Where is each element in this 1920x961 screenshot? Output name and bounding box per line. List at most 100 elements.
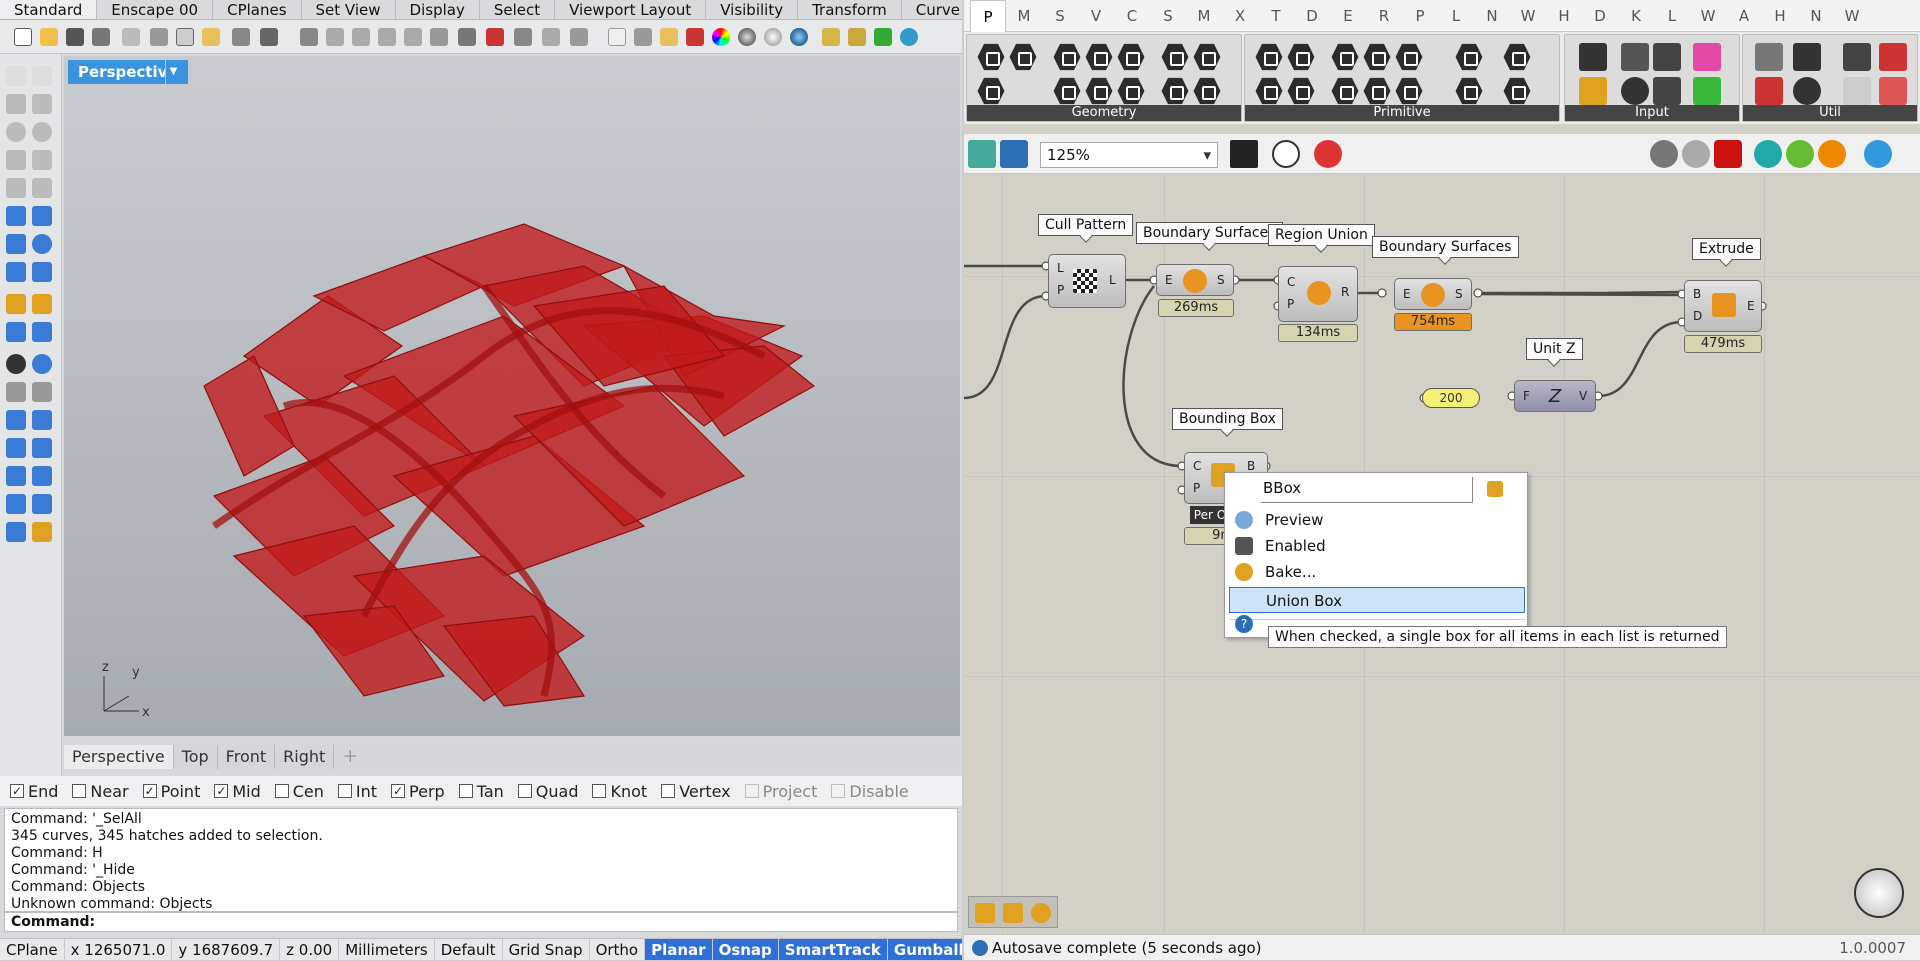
- box-icon[interactable]: [6, 234, 26, 254]
- tab-viewport-layout[interactable]: Viewport Layout: [555, 0, 707, 19]
- sphere-icon[interactable]: [32, 234, 52, 254]
- grasshopper-icon[interactable]: [874, 28, 892, 46]
- field-param-icon[interactable]: [1193, 43, 1221, 71]
- wireframe-preview-icon[interactable]: [1650, 140, 1678, 168]
- osnap-int[interactable]: Int: [337, 782, 377, 801]
- osnap-checkbox[interactable]: ✓: [391, 784, 406, 798]
- brep-param-icon[interactable]: [1085, 43, 1113, 71]
- command-input[interactable]: Command:: [4, 912, 958, 932]
- time-param-icon[interactable]: [1455, 77, 1483, 105]
- rename-icon[interactable]: [1487, 481, 1503, 497]
- pan-hand-icon[interactable]: [260, 28, 278, 46]
- open-folder-icon[interactable]: [40, 28, 58, 46]
- osnap-perp[interactable]: ✓ Perp: [391, 782, 445, 801]
- text-param-icon[interactable]: [1287, 77, 1315, 105]
- tree-icon[interactable]: [1793, 43, 1821, 71]
- osnap-checkbox[interactable]: [592, 784, 607, 798]
- osnap-near[interactable]: Near: [72, 782, 129, 801]
- gh-tab[interactable]: A: [1726, 0, 1762, 32]
- relay-icon[interactable]: [1843, 77, 1871, 105]
- sketch-icon[interactable]: [1314, 140, 1342, 168]
- gh-tab[interactable]: K: [1618, 0, 1654, 32]
- shaded-icon[interactable]: [738, 28, 756, 46]
- osnap-knot[interactable]: Knot: [592, 782, 647, 801]
- text-icon[interactable]: [6, 410, 26, 430]
- cplane-icon[interactable]: [514, 28, 532, 46]
- param-s[interactable]: S: [1455, 287, 1463, 301]
- status-pane[interactable]: Millimeters: [339, 939, 435, 960]
- import-icon[interactable]: [1579, 43, 1607, 71]
- line-param-icon[interactable]: [1053, 77, 1081, 105]
- freeform-icon[interactable]: [32, 178, 52, 198]
- add-viewport-icon[interactable]: ＋: [334, 745, 366, 769]
- gh-tab[interactable]: L: [1438, 0, 1474, 32]
- param-e[interactable]: E: [1747, 299, 1755, 313]
- tab-transform[interactable]: Transform: [798, 0, 902, 19]
- osnap-mid[interactable]: ✓ Mid: [214, 782, 261, 801]
- menu-item-bake[interactable]: Bake...: [1229, 559, 1525, 585]
- color-wheel-icon[interactable]: [712, 28, 730, 46]
- status-pane[interactable]: Planar: [645, 939, 713, 960]
- layer-icon[interactable]: [634, 28, 652, 46]
- status-pane[interactable]: Gumball: [887, 939, 962, 960]
- perspective-viewport[interactable]: Perspective ▼ z y x: [64, 56, 960, 736]
- status-pane[interactable]: SmartTrack: [778, 939, 888, 960]
- polyline-icon[interactable]: [6, 94, 26, 114]
- param-d[interactable]: D: [1693, 309, 1702, 323]
- status-pane[interactable]: Grid Snap: [503, 939, 590, 960]
- gh-tab[interactable]: H: [1762, 0, 1798, 32]
- gh-tab[interactable]: W: [1834, 0, 1870, 32]
- component-name-field[interactable]: BBox: [1261, 477, 1473, 503]
- check-icon[interactable]: [6, 494, 26, 514]
- guid-param-icon[interactable]: [1395, 77, 1423, 105]
- curve-param-icon[interactable]: [1085, 77, 1113, 105]
- osnap-checkbox[interactable]: [831, 784, 846, 798]
- gh-tab[interactable]: H: [1546, 0, 1582, 32]
- extrude-component[interactable]: B D E: [1684, 280, 1762, 332]
- new-file-icon[interactable]: [14, 28, 32, 46]
- osnap-end[interactable]: ✓ End: [10, 782, 58, 801]
- analyze-icon[interactable]: [32, 438, 52, 458]
- osnap-checkbox[interactable]: [517, 784, 532, 798]
- rectangle-icon[interactable]: [32, 150, 52, 170]
- param-r[interactable]: R: [1341, 285, 1349, 299]
- zoom-select[interactable]: 125%: [1040, 142, 1218, 168]
- gh-tab[interactable]: P: [1402, 0, 1438, 32]
- param-c[interactable]: C: [1287, 275, 1295, 289]
- osnap-checkbox[interactable]: ✓: [214, 784, 229, 798]
- osnap-checkbox[interactable]: [661, 784, 676, 798]
- zoom-extents-icon[interactable]: [1230, 140, 1258, 168]
- string-param-icon[interactable]: [1395, 43, 1423, 71]
- panel-icon[interactable]: [1579, 77, 1607, 105]
- gh-tab[interactable]: S: [1042, 0, 1078, 32]
- status-pane[interactable]: z 0.00: [280, 939, 340, 960]
- undo-view-icon[interactable]: [430, 28, 448, 46]
- gear-icon[interactable]: [822, 28, 840, 46]
- select-icon[interactable]: [570, 28, 588, 46]
- tab-enscape[interactable]: Enscape 00: [97, 0, 214, 19]
- viewport-tab-front[interactable]: Front: [218, 745, 276, 769]
- cluster-icon[interactable]: [1793, 77, 1821, 105]
- boundary-surfaces-component[interactable]: E S: [1156, 264, 1234, 296]
- cylinder-icon[interactable]: [6, 262, 26, 282]
- viewport-tab-right[interactable]: Right: [275, 745, 335, 769]
- gh-tab[interactable]: M: [1186, 0, 1222, 32]
- toggle-icon[interactable]: [1621, 77, 1649, 105]
- cut-icon[interactable]: [150, 28, 168, 46]
- open-file-icon[interactable]: [968, 140, 996, 168]
- menu-item-enabled[interactable]: Enabled: [1229, 533, 1525, 559]
- boolean-param-icon[interactable]: [1255, 43, 1283, 71]
- param-v[interactable]: V: [1579, 389, 1587, 403]
- status-pane[interactable]: y 1687609.7: [172, 939, 281, 960]
- paint-bucket-icon[interactable]: [32, 522, 52, 542]
- osnap-tan[interactable]: Tan: [458, 782, 504, 801]
- osnap-disable[interactable]: Disable: [831, 782, 909, 801]
- cherries-icon[interactable]: [1755, 77, 1783, 105]
- grid-icon[interactable]: [458, 28, 476, 46]
- value-list-icon[interactable]: [1653, 77, 1681, 105]
- param-c[interactable]: C: [1193, 459, 1201, 473]
- osnap-point[interactable]: ✓ Point: [142, 782, 200, 801]
- join-icon[interactable]: [6, 354, 26, 374]
- button-input-icon[interactable]: [1621, 43, 1649, 71]
- flask-icon[interactable]: [1879, 77, 1907, 105]
